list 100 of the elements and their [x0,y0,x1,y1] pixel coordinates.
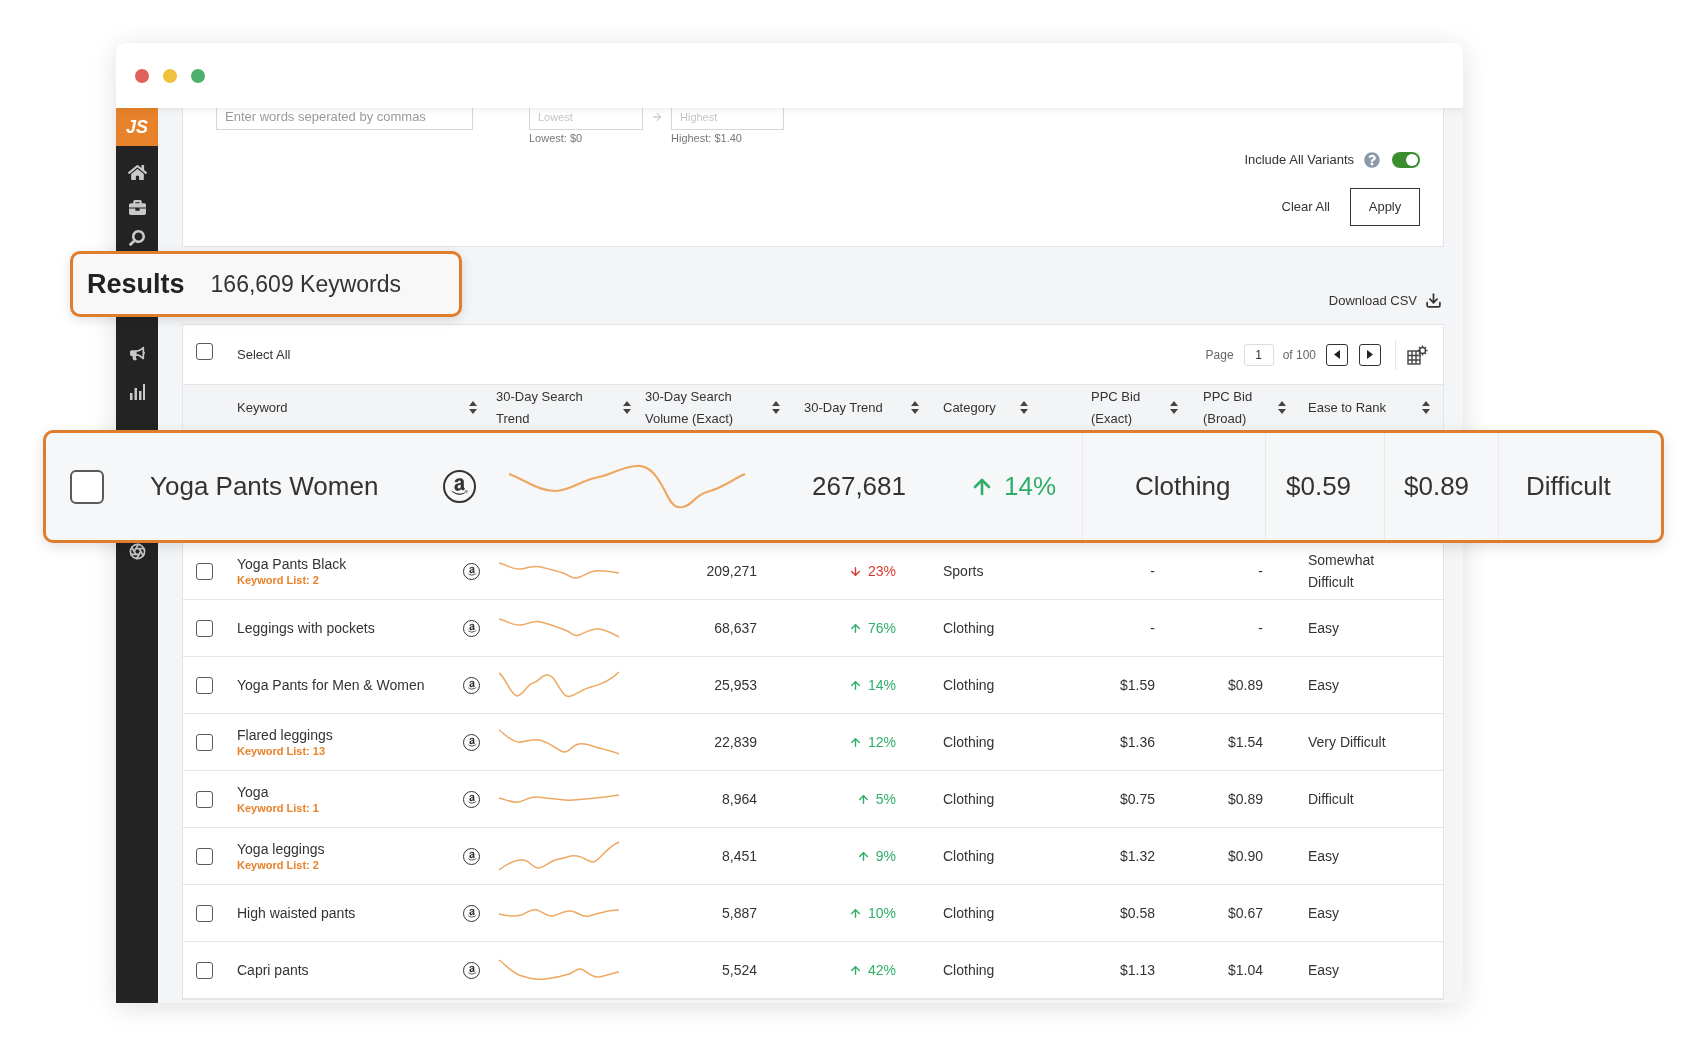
column-header[interactable]: PPC Bid (Broad) [1203,385,1267,430]
megaphone-icon[interactable] [129,346,145,361]
category-text: Clothing [943,676,995,693]
briefcase-icon[interactable] [128,199,146,216]
ppc-exact-bid: - [1150,562,1155,579]
ppc-broad-bid: - [1258,562,1263,579]
keyword-count: 166,609 Keywords [210,269,402,299]
column-header[interactable]: Category [943,396,996,419]
keyword-text[interactable]: Yoga Pants Black [237,555,347,573]
apply-button[interactable]: Apply [1350,188,1420,226]
ppc-broad-bid: $1.54 [1227,733,1263,750]
trend-percent: 9% [875,846,896,866]
trend-percent: 23% [867,561,896,581]
sort-icon[interactable] [1020,401,1028,414]
home-icon[interactable] [127,163,147,182]
trend-percent: 12% [867,732,896,752]
search-volume: 8,964 [721,790,757,807]
ease-to-rank: Very Difficult [1308,733,1386,752]
sort-icon[interactable] [469,401,477,414]
keyword-text[interactable]: Flared leggings [237,726,333,744]
price-min-input[interactable]: Lowest [529,108,643,130]
ppc-broad-bid: $1.04 [1227,961,1263,978]
help-icon[interactable] [1364,152,1380,168]
search-volume: 5,887 [721,904,757,921]
search-icon[interactable] [129,230,145,246]
category-text: Clothing [943,790,995,807]
table-settings-icon[interactable] [1407,344,1428,365]
ppc-exact-bid: $1.13 [1119,961,1155,978]
caret-left-icon [1334,350,1340,359]
close-window-icon[interactable] [135,68,149,83]
bar-chart-icon[interactable] [129,384,145,400]
category-text: Clothing [943,733,995,750]
ppc-exact-bid: $0.59 [1286,470,1352,503]
caret-right-icon [1367,350,1373,359]
download-csv-button[interactable]: Download CSV [1328,290,1442,310]
select-all-label[interactable]: Select All [237,344,291,365]
sort-icon[interactable] [1170,401,1178,414]
checkbox[interactable] [195,790,213,808]
sort-icon[interactable] [1422,401,1430,414]
search-volume: 25,953 [714,676,757,693]
keyword-text[interactable]: Yoga leggings [237,840,325,858]
keyword-text[interactable]: Leggings with pockets [237,619,375,637]
column-header[interactable]: 30-Day Search Volume (Exact) [645,385,763,430]
keyword-text[interactable]: Yoga [237,783,319,801]
column-header[interactable]: Keyword [237,396,288,419]
results-title: Results [87,267,185,301]
ease-to-rank: Easy [1308,961,1340,980]
ease-to-rank: Easy [1308,904,1340,923]
sort-icon[interactable] [772,401,780,414]
ease-to-rank: Difficult [1308,790,1354,809]
next-page-button[interactable] [1359,343,1381,366]
checkbox[interactable] [195,676,213,694]
toggle-switch[interactable] [1392,152,1420,168]
checkbox[interactable] [195,562,213,580]
category-text: Clothing [943,847,995,864]
sort-icon[interactable] [1278,401,1286,414]
column-header[interactable]: 30-Day Search Trend [496,385,608,430]
ppc-broad-bid: $0.89 [1404,470,1470,503]
ppc-broad-bid: $0.90 [1227,847,1263,864]
trend-percent: 42% [867,960,896,980]
page-input[interactable]: 1 [1243,343,1274,366]
category-text: Clothing [943,619,995,636]
keyword-text[interactable]: Yoga Pants for Men & Women [237,676,425,694]
price-max-input[interactable]: Highest [671,108,784,130]
checkbox[interactable] [195,904,213,922]
keyword-input[interactable]: Enter words seperated by commas [216,108,473,130]
checkbox[interactable] [70,469,104,504]
search-volume: 209,271 [706,562,757,579]
ppc-exact-bid: $0.75 [1119,790,1155,807]
keyword-text[interactable]: High waisted pants [237,904,356,922]
keyword-text[interactable]: Capri pants [237,961,309,979]
keyword-text[interactable]: Yoga Pants Women [150,467,379,506]
previous-page-button[interactable] [1326,343,1348,366]
checkbox[interactable] [195,733,213,751]
aperture-icon[interactable] [128,543,146,560]
category-text: Clothing [1135,470,1231,503]
checkbox[interactable] [195,847,213,865]
maximize-window-icon[interactable] [191,68,205,83]
clear-all-button[interactable]: Clear All [1281,197,1330,217]
column-header[interactable]: 30-Day Trend [804,396,883,419]
ppc-exact-bid: - [1150,619,1155,636]
sort-icon[interactable] [623,401,631,414]
ppc-exact-bid: $1.36 [1119,733,1155,750]
checkbox[interactable] [195,619,213,637]
category-text: Clothing [943,961,995,978]
checkbox[interactable] [195,961,213,979]
checkbox[interactable] [196,342,213,360]
search-volume: 5,524 [721,961,757,978]
ease-to-rank: Easy [1308,676,1340,695]
trend-percent: 76% [867,618,896,638]
trend-percent: 14% [867,675,896,695]
ease-to-rank: Difficult [1526,470,1611,503]
sort-icon[interactable] [911,401,919,414]
search-volume: 8,451 [721,847,757,864]
column-header[interactable]: Ease to Rank [1308,396,1387,419]
column-header[interactable]: PPC Bid (Exact) [1091,385,1155,430]
trend-percent: 14% [1004,470,1057,503]
ppc-broad-bid: $0.89 [1227,790,1263,807]
ease-to-rank: Easy [1308,847,1340,866]
search-volume: 267,681 [812,470,906,503]
